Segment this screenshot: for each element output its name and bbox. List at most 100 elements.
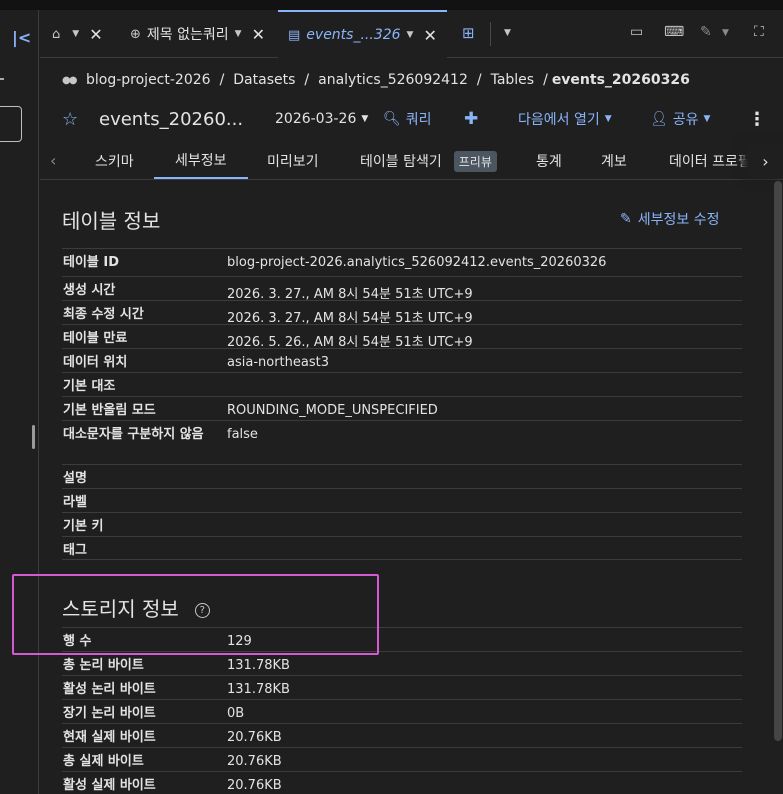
new-tab-icon[interactable]: ⊞ [462,24,475,42]
info-value: 131.78KB [227,658,290,673]
page-title: events_20260... [99,108,244,130]
info-key: 행 수 [63,634,92,649]
query-icon: ⊕ [130,26,141,42]
info-value: asia-northeast3 [227,355,329,370]
chevron-down-icon: ▼ [604,114,612,124]
info-row: 대소문자를 구분하지 않음 false [62,420,742,464]
tab-label: events_...326 [306,27,401,43]
info-key: 기본 대조 [63,379,116,394]
info-row: 기본 키 [62,512,742,536]
person-add-icon: 👤︎ [650,111,668,127]
edit-details-button[interactable]: ✎ 세부정보 수정 [620,209,719,229]
storage-info-title: 스토리지 정보 [62,597,179,621]
scrollbar-thumb[interactable] [774,181,782,741]
tab-divider [490,22,491,46]
info-row: 테이블 만료 2026. 5. 26., AM 8시 54분 51초 UTC+9 [62,324,742,350]
date-value: 2026-03-26 [275,111,357,127]
tab-strip: ⌂ ▼ ✕ ⊕ 제목 없는쿼리 ▼ ✕ ▤ events_...326 ▼ ✕ … [40,10,783,58]
info-key: 총 실제 바이트 [63,754,144,769]
chevron-down-icon[interactable]: ▼ [407,30,414,40]
breadcrumb-project[interactable]: blog-project-2026 [86,72,211,88]
info-key: 활성 실제 바이트 [63,778,156,793]
chevron-down-icon[interactable]: ▼ [235,29,242,39]
chevron-down-icon[interactable]: ▼ [722,28,729,38]
share-button[interactable]: 👤︎ 공유 ▼ [650,108,710,130]
magic-wand-icon[interactable]: ✎ [700,24,712,40]
breadcrumb-datasets[interactable]: Datasets [233,72,295,88]
chevron-down-icon: ▼ [361,114,369,124]
preview-badge: 프리뷰 [453,150,497,172]
tab-table-explorer[interactable]: 테이블 탐색기 프리뷰 [360,143,497,179]
info-row: 행 수 129 [62,627,742,651]
info-row: 생성 시간 2026. 3. 27., AM 8시 54분 51초 UTC+9 [62,276,742,302]
info-key: 현재 실제 바이트 [63,730,156,745]
edit-label: 세부정보 수정 [637,212,720,228]
chevron-down-icon[interactable]: ▼ [504,28,511,38]
info-key: 활성 논리 바이트 [63,682,156,697]
help-icon[interactable]: ? [194,603,210,618]
tab-lineage[interactable]: 계보 [601,143,627,179]
tab-stats[interactable]: 통계 [536,143,562,179]
rail-search-box[interactable] [0,106,22,142]
info-key: 설명 [63,471,87,486]
close-icon[interactable]: ✕ [423,26,436,45]
notes-add-icon[interactable]: ✚ [464,108,478,130]
query-button[interactable]: 🔍︎ 쿼리 [383,108,432,130]
close-icon[interactable]: ✕ [89,25,102,44]
info-key: 기본 키 [63,519,104,534]
info-value: 131.78KB [227,682,290,697]
collapse-panel-icon[interactable]: |< [12,28,31,47]
breadcrumb-tables[interactable]: Tables [491,72,535,88]
tab-details[interactable]: 세부정보 [154,143,248,179]
tab-label: 테이블 탐색기 [360,154,442,170]
chevron-right-icon[interactable]: › [748,143,783,179]
search-icon: 🔍︎ [383,111,401,127]
query-label: 쿼리 [405,112,432,128]
tab-data-profile[interactable]: 데이터 프로필 [669,143,751,179]
table-info-list: 테이블 ID blog-project-2026.analytics_526092… [62,248,742,560]
detail-tabs: ‹ 스키마 세부정보 미리보기 테이블 탐색기 프리뷰 통계 계보 데이터 프로… [40,143,783,180]
info-row: 장기 논리 바이트 0B [62,699,742,723]
tab-query[interactable]: ⊕ 제목 없는쿼리 ▼ ✕ [130,10,265,58]
chevron-down-icon[interactable]: ▼ [72,29,79,39]
share-label: 공유 [672,112,699,128]
info-row: 태그 [62,536,742,560]
chevron-left-icon[interactable]: ‹ [50,151,56,170]
info-key: 태그 [63,543,87,558]
info-key: 데이터 위치 [63,355,128,370]
chevron-down-icon: ▼ [703,114,711,124]
info-row: 라벨 [62,488,742,512]
close-icon[interactable]: ✕ [252,25,265,44]
open-in-button[interactable]: 다음에서 열기 ▼ [518,108,612,130]
keyboard-icon[interactable]: ⌨ [664,24,684,40]
breadcrumb-table: events_20260326 [551,72,690,88]
info-row: 기본 대조 [62,372,742,396]
tab-home[interactable]: ⌂ ▼ ✕ [52,10,103,58]
fullscreen-icon[interactable]: ⛶ [754,24,764,40]
tab-label: 제목 없는쿼리 [146,27,229,43]
resize-handle[interactable] [32,425,35,449]
info-key: 테이블 만료 [63,331,128,346]
tab-preview[interactable]: 미리보기 [267,143,319,179]
info-row: 데이터 위치 asia-northeast3 [62,348,742,372]
tab-schema[interactable]: 스키마 [95,143,134,179]
breadcrumb-dataset[interactable]: analytics_526092412 [318,72,468,88]
info-key: 라벨 [63,495,87,510]
star-icon[interactable]: ☆ [62,108,78,130]
left-rail: |< [0,10,39,794]
info-row: 기본 반올림 모드 ROUNDING_MODE_UNSPECIFIED [62,396,742,420]
info-value: 20.76KB [227,730,282,745]
breadcrumb: ●● blog-project-2026 / Datasets / analyt… [62,72,690,88]
info-key: 생성 시간 [63,283,116,298]
info-row: 활성 실제 바이트 20.76KB [62,771,742,794]
screen-share-icon[interactable]: ▭ [630,24,643,40]
more-vert-icon[interactable]: ⋮ [748,108,766,130]
date-select[interactable]: 2026-03-26 ▼ [275,108,368,130]
storage-info-heading: 스토리지 정보? [62,593,210,622]
rail-mark [0,78,4,80]
scrollbar[interactable] [773,181,783,794]
tab-table[interactable]: ▤ events_...326 ▼ ✕ [278,10,447,58]
info-key: 최종 수정 시간 [63,307,144,322]
window-top-band [0,0,783,10]
info-row: 총 논리 바이트 131.78KB [62,651,742,675]
